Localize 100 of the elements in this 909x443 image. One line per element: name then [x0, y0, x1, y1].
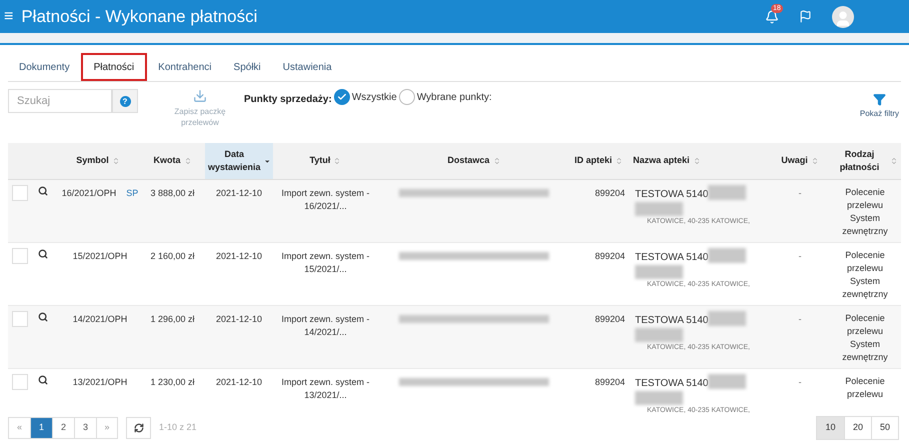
pharmacy-name-text: TESTOWA 5140	[635, 377, 708, 391]
page-title: Płatności - Wykonane płatności	[21, 6, 258, 28]
column-header[interactable]: ID apteki	[570, 143, 625, 179]
radio-button[interactable]	[398, 89, 415, 105]
range-text: 1-10 z 21	[159, 421, 197, 434]
radio-label: Wszystkie	[352, 90, 397, 104]
title-text: Import zewn. system - 14/2021/...	[281, 314, 370, 337]
search-icon[interactable]	[38, 375, 48, 385]
tab[interactable]: Spółki	[222, 53, 272, 81]
payment-type-text: Polecenie	[845, 375, 885, 388]
title-text: Import zewn. system - 15/2021/...	[281, 251, 370, 274]
pharmacy-id-text: 899204	[594, 251, 625, 261]
payment-type-text: zewnętrzny	[842, 288, 888, 301]
tab[interactable]: Płatności	[80, 53, 148, 81]
tab[interactable]: Kontrahenci	[147, 53, 223, 81]
column-header[interactable]: Dostawca	[378, 143, 570, 179]
amount-text: 1 296,00 zł	[150, 314, 195, 324]
search-icon[interactable]	[38, 249, 48, 259]
date-text: 2021-12-10	[216, 188, 262, 198]
redacted-text	[708, 248, 746, 263]
bell-icon[interactable]	[765, 10, 779, 24]
payment-type-text: zewnętrzny	[842, 351, 888, 364]
page-size-button[interactable]: 10	[817, 417, 844, 439]
show-filters-button[interactable]: Pokaż filtry	[860, 93, 899, 120]
points-label: Punkty sprzedaży:	[244, 93, 332, 107]
row-checkbox[interactable]	[12, 185, 28, 201]
column-header[interactable]: Uwagi	[770, 143, 830, 179]
row-checkbox[interactable]	[12, 248, 28, 264]
date-text: 2021-12-10	[216, 377, 262, 387]
column-header[interactable]: Nazwa apteki	[625, 143, 770, 179]
avatar[interactable]	[832, 6, 854, 28]
help-button[interactable]: ?	[112, 89, 138, 113]
pharmacy-name-text: TESTOWA 5140	[635, 251, 708, 265]
sort-icon	[615, 157, 623, 165]
sort-icon	[184, 157, 192, 165]
payment-type-text: zewnętrzny	[842, 225, 888, 238]
date-text: 2021-12-10	[216, 251, 262, 261]
symbol-text: 13/2021/OPH	[72, 376, 128, 389]
payment-type-text: Polecenie	[845, 249, 885, 262]
column-header[interactable]: Kwota	[140, 143, 205, 179]
radio-label: Wybrane punkty:	[416, 90, 492, 104]
symbol-text: 14/2021/OPH	[72, 313, 128, 326]
tab[interactable]: Dokumenty	[8, 53, 81, 81]
redacted-text	[635, 265, 683, 279]
search-icon[interactable]	[38, 312, 48, 322]
page-button[interactable]: 1	[30, 418, 52, 438]
row-checkbox[interactable]	[12, 311, 28, 327]
payment-type-text: przelewu	[846, 388, 884, 401]
sort-icon	[333, 157, 342, 165]
redacted-text	[708, 374, 746, 389]
redacted-text	[635, 391, 683, 405]
download-icon	[193, 89, 207, 103]
payment-type-text: System	[850, 212, 880, 225]
redacted-text	[635, 328, 683, 342]
page-button[interactable]: 2	[52, 418, 74, 438]
tab[interactable]: Ustawienia	[272, 53, 343, 81]
column-header[interactable]: Data wystawienia	[205, 143, 273, 179]
payment-type-text: System	[850, 338, 880, 351]
pharmacy-id-text: 899204	[594, 377, 625, 387]
pharmacy-id-text: 899204	[594, 314, 625, 324]
pharmacy-name-text: TESTOWA 5140	[635, 188, 708, 202]
column-header[interactable]: Symbol	[56, 143, 140, 179]
sort-icon	[810, 157, 819, 165]
refresh-button[interactable]	[126, 417, 151, 439]
redacted-text	[708, 185, 746, 200]
payment-type-text: przelewu	[846, 262, 884, 275]
title-text: Import zewn. system - 13/2021/...	[281, 377, 370, 400]
column-header[interactable]: Tytuł	[273, 143, 378, 179]
notes-text: -	[798, 251, 802, 261]
sort-icon	[112, 157, 120, 165]
menu-icon[interactable]: ≡	[4, 8, 14, 24]
symbol-text: 15/2021/OPH	[72, 250, 128, 263]
amount-text: 1 230,00 zł	[150, 377, 195, 387]
pharmacy-name-text: TESTOWA 5140	[635, 314, 708, 328]
symbol-text: 16/2021/OPH	[62, 187, 116, 200]
document-tag: SP	[126, 187, 138, 242]
notes-text: -	[798, 377, 802, 387]
redacted-text	[708, 311, 746, 326]
column-header[interactable]: Rodzaj płatności	[830, 143, 900, 179]
title-text: Import zewn. system - 16/2021/...	[281, 188, 370, 211]
amount-text: 3 888,00 zł	[150, 188, 195, 198]
search-icon[interactable]	[38, 186, 48, 196]
check-icon	[336, 92, 347, 102]
payment-type-text: przelewu	[846, 325, 884, 338]
sort-icon	[692, 157, 701, 165]
amount-text: 2 160,00 zł	[150, 251, 195, 261]
sort-icon	[492, 157, 501, 165]
flag-icon[interactable]	[799, 10, 812, 23]
filter-icon	[872, 93, 886, 106]
redacted-text	[635, 202, 683, 216]
radio-button[interactable]	[334, 89, 350, 105]
search-field[interactable]: Szukaj	[8, 89, 112, 113]
date-text: 2021-12-10	[216, 314, 262, 324]
payment-type-text: System	[850, 275, 880, 288]
refresh-icon	[134, 423, 144, 433]
notes-text: -	[798, 188, 802, 198]
notes-text: -	[798, 314, 802, 324]
sort-icon	[890, 157, 898, 165]
page-button[interactable]: 3	[74, 418, 96, 438]
row-checkbox[interactable]	[12, 374, 28, 390]
